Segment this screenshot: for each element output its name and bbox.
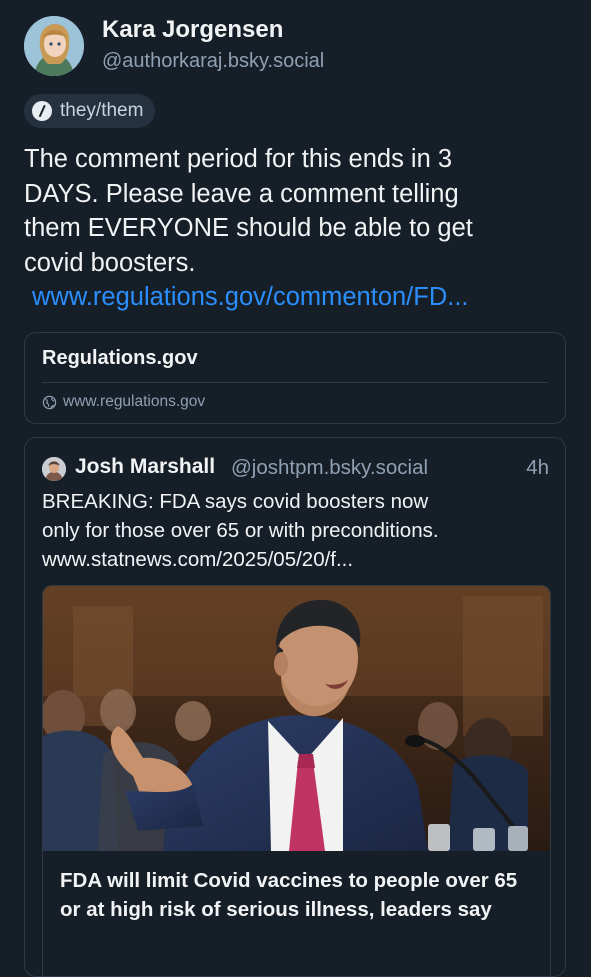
- info-slash-icon: [32, 101, 52, 121]
- quoted-post-text-line: BREAKING: FDA says covid boosters now: [42, 490, 429, 513]
- article-embed-image: [43, 586, 550, 851]
- quoted-post[interactable]: Josh Marshall @joshtpm.bsky.social 4h BR…: [24, 437, 566, 977]
- pronouns-label: they/them: [60, 100, 144, 121]
- link-card-divider: [42, 382, 548, 383]
- quoted-author-avatar-illustration: [42, 457, 66, 481]
- link-preview-card[interactable]: Regulations.gov www.regulations.gov: [24, 332, 566, 424]
- article-embed-card[interactable]: FDA will limit Covid vaccines to people …: [42, 585, 551, 976]
- post-body: The comment period for this ends in 3 DA…: [24, 142, 569, 315]
- post-text-line: covid boosters.: [24, 248, 196, 277]
- link-card-domain: www.regulations.gov: [63, 393, 206, 410]
- quoted-author-avatar[interactable]: [42, 457, 66, 481]
- link-card-domain-row: www.regulations.gov: [42, 393, 205, 411]
- post-text-line: DAYS. Please leave a comment telling: [24, 179, 459, 208]
- author-name[interactable]: Kara Jorgensen: [102, 16, 283, 44]
- link-card-title: Regulations.gov: [42, 347, 198, 369]
- post-text-line: The comment period for this ends in 3: [24, 145, 453, 173]
- article-embed-title: FDA will limit Covid vaccines to people …: [60, 869, 518, 921]
- quoted-post-text-line: only for those over 65 or with precondit…: [42, 519, 439, 542]
- quoted-author-name[interactable]: Josh Marshall: [75, 455, 215, 479]
- author-handle[interactable]: @authorkaraj.bsky.social: [102, 50, 324, 73]
- author-avatar[interactable]: [24, 16, 84, 76]
- quoted-post-body: BREAKING: FDA says covid boosters now on…: [42, 487, 552, 574]
- quoted-author-handle[interactable]: @joshtpm.bsky.social: [231, 456, 428, 480]
- author-avatar-illustration: [24, 16, 84, 76]
- pronouns-badge: they/them: [24, 94, 156, 128]
- quoted-post-timestamp: 4h: [526, 456, 549, 479]
- globe-icon: [42, 395, 57, 409]
- quoted-post-text-line: www.statnews.com/2025/05/20/f...: [42, 548, 354, 571]
- post-text-line: them EVERYONE should be able to get: [24, 214, 473, 242]
- post-link[interactable]: www.regulations.gov/commenton/FD...: [24, 283, 469, 311]
